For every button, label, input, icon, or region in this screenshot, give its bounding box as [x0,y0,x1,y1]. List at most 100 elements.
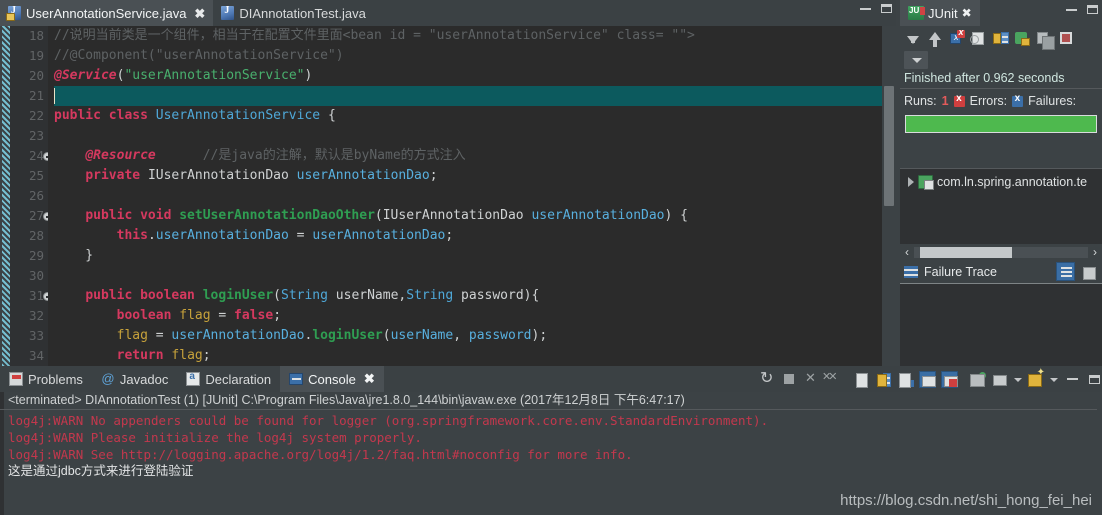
divider [0,409,1102,410]
junit-counters: Runs: 1 Errors: Failures: [900,89,1102,113]
scroll-left-icon[interactable]: ‹ [900,245,914,259]
code-text[interactable]: //说明当前类是一个组件，相当于在配置文件里面<bean id = "userA… [48,26,882,366]
code-token: userName, [335,288,407,303]
scrollbar-track[interactable] [914,246,1088,258]
editor-tab-bar: UserAnnotationService.java ✖ DIAnnotationT… [0,0,896,26]
code-token: ( [382,328,391,343]
minimize-icon[interactable] [1066,8,1077,11]
pin-console-icon[interactable] [897,371,914,388]
code-token: (IUserAnnotationDao [374,208,532,223]
runs-label: Runs: [904,94,937,108]
line-number: 27 [10,206,52,226]
editor-vertical-scrollbar[interactable] [882,26,896,366]
console-output[interactable]: <terminated> DIAnnotationTest (1) [JUnit… [0,392,1102,515]
scroll-lock-icon[interactable] [875,371,892,388]
line-number: 24 [10,146,52,166]
next-failure-icon[interactable] [904,30,921,47]
code-token: ) { [664,208,688,223]
display-selected-console-icon[interactable] [919,370,936,388]
line-number: 21 [28,88,44,103]
junit-results-tree[interactable]: com.ln.spring.annotation.te [900,168,1102,244]
bottom-tab-console[interactable]: Console ✖ [280,366,384,392]
previous-failure-icon[interactable] [926,30,943,47]
bottom-tab-problems[interactable]: Problems [0,366,92,392]
chevron-right-icon[interactable] [908,177,914,187]
line-number: 31 [10,286,52,306]
stop-icon[interactable] [1058,30,1075,47]
code-token: ; [445,228,454,243]
minimize-icon[interactable] [1067,378,1078,380]
code-line: @Service("userAnnotationService") [54,66,882,86]
maximize-icon[interactable] [1087,5,1098,14]
code-token: UserAnnotationService [155,108,328,123]
view-menu-icon[interactable] [904,51,928,69]
code-viewer: 18 19 20 21 22 23 24 25 26 27 28 29 30 31 32 33 34 //说明当… [0,26,896,366]
close-icon[interactable]: ✖ [194,7,205,20]
javadoc-icon: @ [101,371,115,386]
code-line: //说明当前类是一个组件，相当于在配置文件里面<bean id = "userA… [54,26,882,46]
bottom-tab-declaration[interactable]: Declaration [177,366,280,392]
editor-tab-label: UserAnnotationService.java [26,5,187,21]
chevron-down-icon[interactable] [1049,371,1058,388]
code-token: ; [273,308,282,323]
bottom-tab-label: Declaration [205,371,272,387]
bottom-tab-javadoc[interactable]: @ Javadoc [92,366,177,392]
relaunch-icon[interactable] [759,368,776,388]
close-console-icon[interactable] [941,370,958,388]
code-token: false [234,308,274,323]
failures-status-icon [1012,93,1024,107]
editor-tab-0[interactable]: UserAnnotationService.java ✖ [0,0,214,26]
console-vertical-scrollbar[interactable] [1097,392,1102,515]
close-icon[interactable]: ✖ [364,371,375,387]
lock-scroll-icon[interactable] [992,30,1009,47]
code-token: . [147,228,156,243]
open-console-icon[interactable] [969,371,986,388]
junit-horizontal-scrollbar[interactable]: ‹ › [900,244,1102,260]
editor-tab-1[interactable]: DIAnnotationTest.java [213,0,373,26]
junit-status-text: Finished after 0.962 seconds [900,69,1102,89]
remove-all-terminated-icon[interactable] [822,370,842,388]
scroll-right-icon[interactable]: › [1088,245,1102,259]
code-token: boolean [116,308,180,323]
clear-console-icon[interactable] [853,371,870,388]
code-token: IUserAnnotationDao [147,168,297,183]
scrollbar-thumb[interactable] [920,246,1012,258]
chevron-down-icon[interactable] [1013,371,1022,388]
failure-trace-body[interactable] [900,284,1102,366]
junit-tab-label: JUnit [928,5,958,21]
code-token: ); [531,328,548,343]
rerun-test-icon[interactable] [1014,30,1031,47]
maximize-icon[interactable] [1089,374,1100,384]
code-line: @Resource //是java的注解，默认是byName的方式注入 [54,146,882,166]
code-token: , [453,328,469,343]
junit-window-controls [1066,5,1098,14]
code-token: ( [273,288,281,303]
filter-stack-trace-icon[interactable] [1056,262,1075,281]
maximize-icon[interactable] [881,4,892,13]
remove-launch-icon[interactable] [803,370,820,388]
errors-status-icon [953,93,965,107]
tree-item[interactable]: com.ln.spring.annotation.te [902,175,1100,190]
code-token: userAnnotationDao [296,168,430,183]
rerun-failed-icon[interactable] [1036,30,1055,50]
code-token: public boolean [85,288,203,303]
changed-lines-indicator [2,26,10,366]
show-failures-only-icon[interactable] [948,27,965,47]
new-console-view-icon[interactable] [1027,367,1045,388]
minimize-icon[interactable] [860,7,871,10]
copy-trace-icon[interactable] [1081,263,1098,280]
code-line: public class UserAnnotationService { [54,106,882,126]
problems-icon [9,372,23,386]
close-icon[interactable]: ✖ [962,6,972,20]
tab-junit[interactable]: JUnit ✖ [900,0,980,26]
terminate-icon[interactable] [781,371,798,388]
declaration-icon [186,371,201,386]
stop-test-icon[interactable] [970,30,987,47]
scrollbar-thumb[interactable] [884,86,894,206]
pin-icon[interactable] [991,371,1008,388]
code-token: public class [54,108,156,123]
